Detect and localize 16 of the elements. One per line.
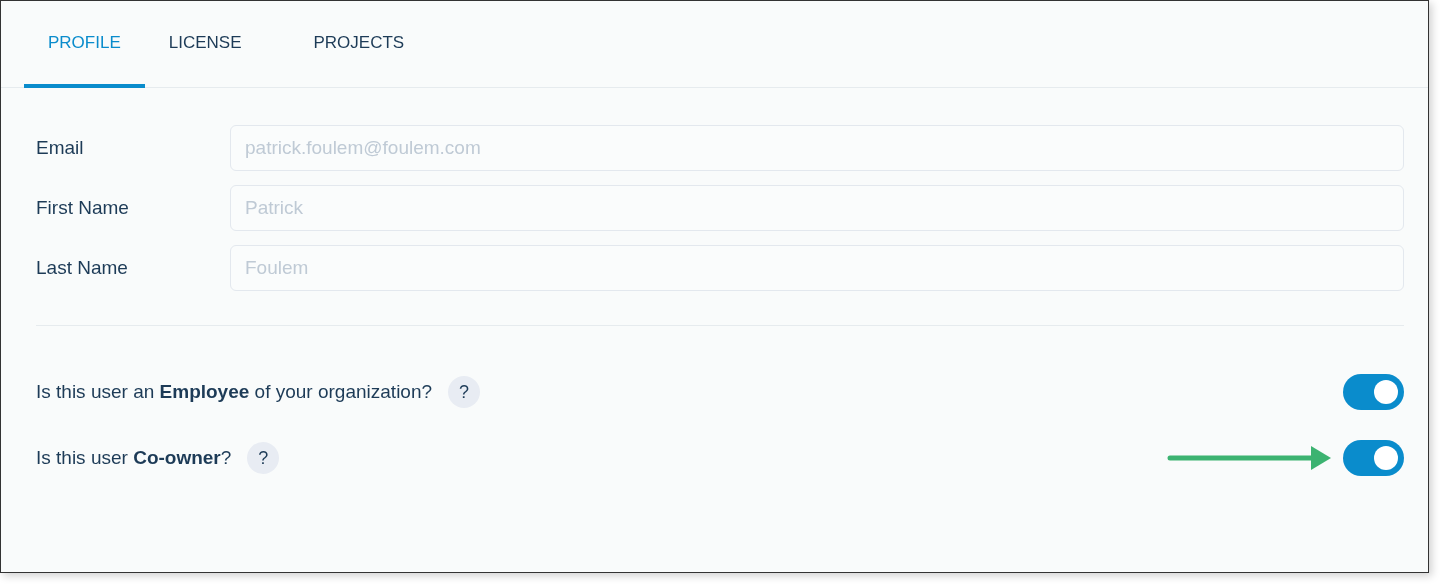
toggle-switch[interactable]	[1343, 440, 1404, 476]
input-field[interactable]: Foulem	[230, 245, 1404, 291]
question-text: Is this user an Employee of your organization?	[36, 381, 433, 403]
help-button[interactable]: ?	[247, 442, 280, 474]
tab[interactable]: LICENSE	[144, 1, 290, 88]
field-label: Last Name	[36, 257, 129, 279]
tab[interactable]: PROFILE	[24, 1, 145, 88]
tab[interactable]: PROJECTS	[289, 1, 453, 88]
input-field[interactable]: Patrick	[230, 185, 1404, 231]
toggle-switch[interactable]	[1343, 374, 1404, 410]
field-label: Email	[36, 137, 85, 159]
field-label: First Name	[36, 197, 130, 219]
arrow-icon	[1167, 445, 1331, 471]
question-text: Is this user Co-owner?	[36, 447, 232, 469]
input-field[interactable]: patrick.foulem@foulem.com	[230, 125, 1404, 171]
help-button[interactable]: ?	[448, 376, 481, 408]
